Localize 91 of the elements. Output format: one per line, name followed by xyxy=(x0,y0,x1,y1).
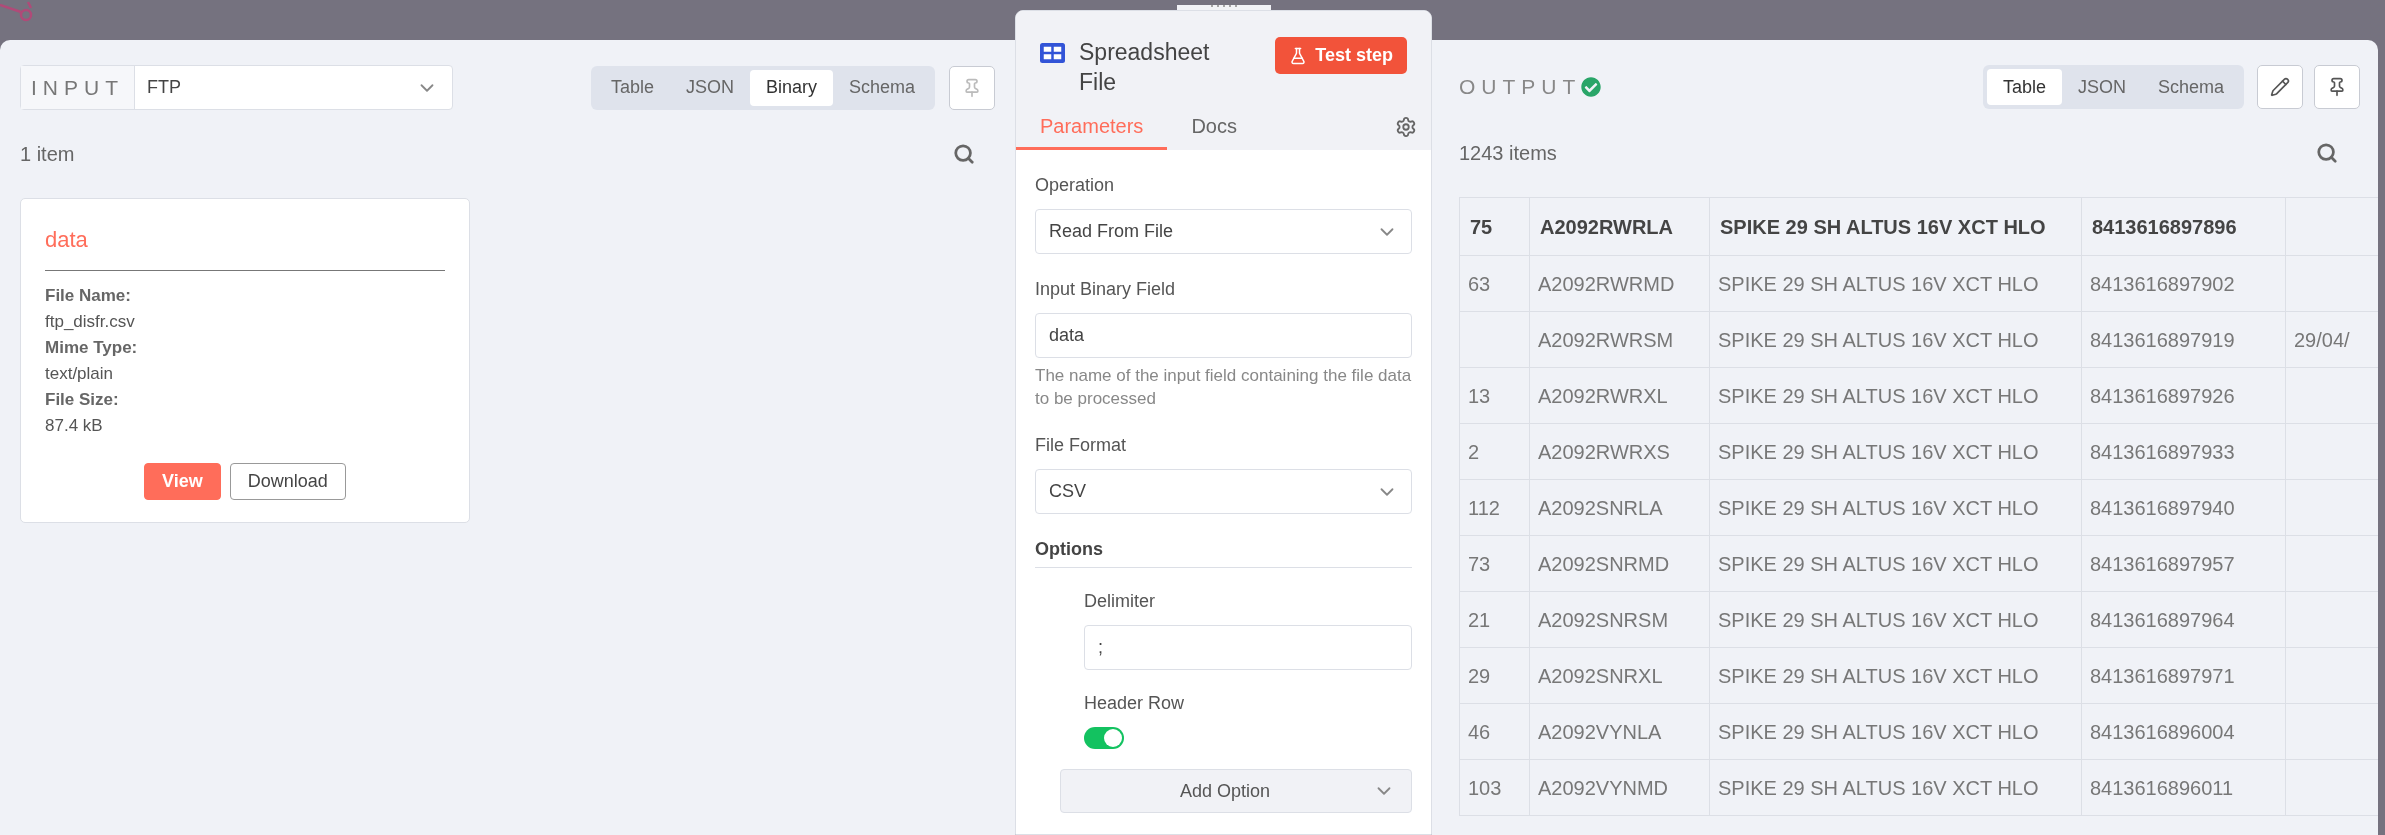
search-icon[interactable] xyxy=(2316,142,2338,164)
drag-handle[interactable] xyxy=(1176,5,1271,10)
view-tab[interactable]: Table xyxy=(594,69,670,106)
field-value: text/plain xyxy=(45,363,115,385)
table-cell: SPIKE 29 SH ALTUS 16V XCT HLO xyxy=(1718,384,2039,407)
table-cell: 29/04/ xyxy=(2294,328,2350,351)
field-label: Operation xyxy=(1035,174,1116,197)
table-cell: 46 xyxy=(1468,720,1491,743)
field-value: 87.4 kB xyxy=(45,415,104,437)
table-cell: A2092SNRXL xyxy=(1538,664,1663,687)
table-cell: A2092RWRSM xyxy=(1538,328,1674,351)
table-cell: 8413616897933 xyxy=(2090,440,2235,463)
field-label: Delimiter xyxy=(1084,590,1156,613)
table-cell: 103 xyxy=(1468,776,1502,799)
node-title: Spreadsheet File xyxy=(1079,38,1211,97)
table-cell: 8413616897940 xyxy=(2090,496,2235,519)
column-header: SPIKE 29 SH ALTUS 16V XCT HLO xyxy=(1720,215,2046,238)
field-label: Mime Type: xyxy=(45,337,139,359)
table-cell: 13 xyxy=(1468,384,1491,407)
table-cell: 63 xyxy=(1468,272,1491,295)
table-cell: SPIKE 29 SH ALTUS 16V XCT HLO xyxy=(1718,328,2039,351)
view-tab[interactable]: JSON xyxy=(2061,69,2142,105)
edit-button[interactable] xyxy=(2257,65,2303,109)
flask-icon xyxy=(1289,46,1308,65)
pin-button[interactable] xyxy=(2314,65,2360,109)
input-label: INPUT xyxy=(21,66,135,109)
select-field[interactable]: Read From File xyxy=(1035,209,1412,254)
table-cell: 112 xyxy=(1468,496,1500,519)
table-cell: A2092RWRXS xyxy=(1538,440,1670,463)
table-cell: 8413616897957 xyxy=(2090,552,2235,575)
table-cell: SPIKE 29 SH ALTUS 16V XCT HLO xyxy=(1718,552,2039,575)
table-cell: 8413616897926 xyxy=(2090,384,2235,407)
item-count: 1243 items xyxy=(1459,141,1557,166)
pin-icon xyxy=(2327,77,2347,97)
view-tab[interactable]: Schema xyxy=(832,69,931,106)
table-cell: SPIKE 29 SH ALTUS 16V XCT HLO xyxy=(1718,272,2039,295)
field-label: File Format xyxy=(1035,434,1127,457)
table-cell: 73 xyxy=(1468,552,1491,575)
table-icon xyxy=(1040,43,1065,63)
add-option-button[interactable]: Add Option xyxy=(1060,769,1412,813)
table-cell: SPIKE 29 SH ALTUS 16V XCT HLO xyxy=(1718,440,2039,463)
input-field[interactable]: ; xyxy=(1084,625,1412,670)
source-value: FTP xyxy=(146,76,182,99)
settings-icon[interactable] xyxy=(1395,116,1417,138)
table-cell: 8413616897919 xyxy=(2090,328,2235,351)
table-cell: A2092RWRMD xyxy=(1538,272,1675,295)
download-button[interactable]: Download xyxy=(229,463,346,500)
table-cell: SPIKE 29 SH ALTUS 16V XCT HLO xyxy=(1718,496,2039,519)
table-cell: SPIKE 29 SH ALTUS 16V XCT HLO xyxy=(1718,664,2039,687)
select-field[interactable]: CSV xyxy=(1035,469,1412,514)
binary-title: data xyxy=(45,223,445,271)
item-count: 1 item xyxy=(20,142,75,167)
search-icon[interactable] xyxy=(953,143,975,165)
table-cell: 2 xyxy=(1468,440,1480,463)
field-value: ftp_disfr.csv xyxy=(45,311,136,333)
field-label: File Name: xyxy=(45,285,132,307)
view-tab[interactable]: JSON xyxy=(669,69,750,106)
table-cell: A2092SNRSM xyxy=(1538,608,1669,631)
table-cell: SPIKE 29 SH ALTUS 16V XCT HLO xyxy=(1718,608,2039,631)
table-cell: SPIKE 29 SH ALTUS 16V XCT HLO xyxy=(1718,776,2039,799)
panel-tab[interactable]: Docs xyxy=(1167,105,1261,150)
table-cell: A2092RWRXL xyxy=(1538,384,1668,407)
view-tab[interactable]: Binary xyxy=(749,69,833,106)
table-cell: 8413616897971 xyxy=(2090,664,2235,687)
input-field[interactable]: data xyxy=(1035,313,1412,358)
field-label: File Size: xyxy=(45,389,120,411)
table-cell: A2092SNRMD xyxy=(1538,552,1670,575)
view-tab[interactable]: Schema xyxy=(2141,69,2240,105)
pencil-icon xyxy=(2270,77,2290,97)
column-header: A2092RWRLA xyxy=(1540,215,1673,238)
pin-icon xyxy=(962,77,982,98)
table-cell: A2092VYNLA xyxy=(1538,720,1662,743)
input-source-select[interactable]: INPUT FTP xyxy=(20,65,453,110)
output-label: OUTPUT xyxy=(1459,74,1582,101)
field-label: Input Binary Field xyxy=(1035,278,1177,301)
toggle-switch[interactable] xyxy=(1084,727,1124,749)
view-tab[interactable]: Table xyxy=(1986,69,2062,105)
column-header: 8413616897896 xyxy=(2092,215,2237,238)
table-cell: A2092VYNMD xyxy=(1538,776,1669,799)
table-cell: 21 xyxy=(1468,608,1491,631)
options-heading: Options xyxy=(1035,536,1412,568)
column-header: 75 xyxy=(1470,215,1493,238)
table-cell: 8413616897964 xyxy=(2090,608,2235,631)
field-hint: The name of the input field containing the file data to be processed xyxy=(1035,365,1412,410)
table-cell: 8413616896011 xyxy=(2090,776,2234,799)
table-cell: 8413616897902 xyxy=(2090,272,2235,295)
table-cell: SPIKE 29 SH ALTUS 16V XCT HLO xyxy=(1718,720,2039,743)
table-cell: A2092SNRLA xyxy=(1538,496,1663,519)
table-cell: 8413616896004 xyxy=(2090,720,2235,743)
field-label: Header Row xyxy=(1084,692,1186,715)
table-cell: 29 xyxy=(1468,664,1491,687)
